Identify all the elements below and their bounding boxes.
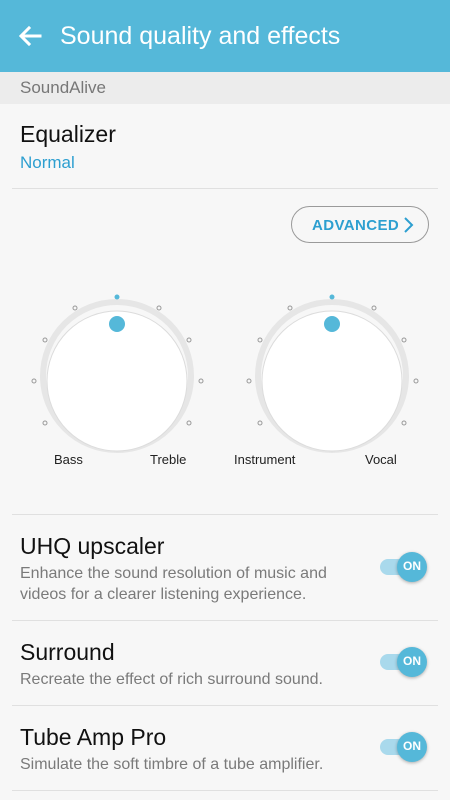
app-bar: Sound quality and effects [0, 0, 450, 72]
equalizer-value: Normal [20, 153, 75, 172]
bass-treble-knob[interactable] [31, 294, 204, 453]
vocal-label: Vocal [365, 452, 397, 467]
divider [12, 705, 438, 706]
toggle-state: ON [403, 739, 421, 753]
divider [12, 514, 438, 515]
toggle-state: ON [403, 654, 421, 668]
equalizer-title: Equalizer [20, 121, 116, 147]
section-label: SoundAlive [20, 78, 107, 97]
setting-subtitle: videos for a clearer listening experienc… [20, 586, 307, 603]
treble-label: Treble [150, 452, 187, 467]
divider [12, 620, 438, 621]
toggle-state: ON [403, 559, 421, 573]
setting-title: Tube Amp Pro [20, 724, 167, 750]
advanced-button-label: ADVANCED [312, 217, 400, 234]
instrument-vocal-knob[interactable] [246, 294, 419, 453]
bass-label: Bass [54, 452, 83, 467]
equalizer-knobs [31, 294, 419, 453]
arrow-back-icon [18, 25, 42, 47]
setting-subtitle: Recreate the effect of rich surround sou… [20, 671, 323, 688]
uhq-upscaler-toggle[interactable]: ON [378, 550, 430, 584]
setting-title: UHQ upscaler [20, 533, 165, 559]
setting-title: Surround [20, 639, 115, 665]
knob-indicator [324, 316, 340, 332]
section-header: SoundAlive [0, 72, 450, 104]
knob-indicator [109, 316, 125, 332]
divider [12, 790, 438, 791]
setting-subtitle: Simulate the soft timbre of a tube ampli… [20, 756, 324, 773]
tube-amp-pro-toggle[interactable]: ON [378, 730, 430, 764]
divider [12, 188, 438, 189]
advanced-button[interactable]: ADVANCED [291, 206, 429, 243]
back-button[interactable] [14, 20, 46, 52]
page-title: Sound quality and effects [60, 22, 341, 50]
chevron-right-icon [404, 217, 414, 233]
surround-toggle[interactable]: ON [378, 645, 430, 679]
setting-subtitle: Enhance the sound resolution of music an… [20, 565, 327, 582]
instrument-label: Instrument [234, 452, 296, 467]
